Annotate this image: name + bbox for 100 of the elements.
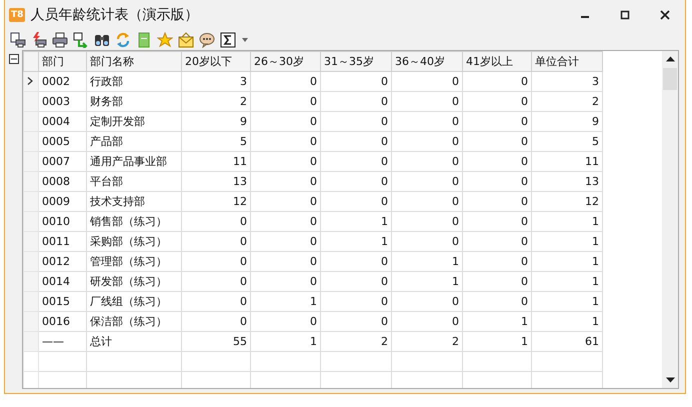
table-cell: 1	[452, 275, 459, 288]
table-cell: 0008	[42, 175, 70, 188]
table-cell: 5	[240, 135, 247, 148]
table-cell: 61	[585, 335, 599, 348]
table-cell: 0	[521, 235, 528, 248]
scroll-down-icon[interactable]	[666, 377, 674, 383]
binoculars-icon	[94, 32, 110, 48]
table-cell: 11	[233, 155, 247, 168]
speech-bubble-icon	[199, 32, 215, 48]
sum-button[interactable]	[219, 31, 237, 49]
table-cell: 保洁部（练习）	[90, 315, 167, 328]
table-cell: 厂线组（练习）	[90, 295, 167, 308]
envelope-icon	[178, 32, 194, 48]
table-cell: 55	[233, 335, 247, 348]
table-cell: 1	[592, 295, 599, 308]
table-cell: 2	[381, 335, 388, 348]
table-cell: 0	[381, 195, 388, 208]
table-cell: 0002	[42, 75, 70, 88]
mail-button[interactable]	[177, 31, 195, 49]
table-cell: 0	[240, 295, 247, 308]
table-cell: 0	[521, 275, 528, 288]
close-icon	[660, 10, 670, 20]
table-cell: 1	[592, 275, 599, 288]
print-button[interactable]	[51, 31, 69, 49]
table-cell: 0	[452, 235, 459, 248]
table-cell: 0	[521, 295, 528, 308]
caret-icon	[242, 38, 248, 42]
scroll-up-icon[interactable]	[666, 56, 674, 62]
table-cell: 0004	[42, 115, 70, 128]
message-button[interactable]	[198, 31, 216, 49]
table-cell: 1	[521, 315, 528, 328]
table-cell: 0	[452, 155, 459, 168]
row-selector[interactable]	[24, 72, 38, 92]
table-cell: 0	[521, 75, 528, 88]
column-header[interactable]: 部门	[38, 52, 86, 72]
lightning-printer-icon	[31, 32, 47, 48]
table-cell: 0	[521, 135, 528, 148]
favorite-button[interactable]	[156, 31, 174, 49]
table-cell: 0012	[42, 255, 70, 268]
table-cell: ——	[42, 335, 64, 348]
table-cell: 定制开发部	[90, 115, 145, 128]
table-cell: 0	[521, 115, 528, 128]
column-header[interactable]: 部门名称	[86, 52, 182, 72]
table-cell: 0	[381, 75, 388, 88]
table-cell: 0	[452, 75, 459, 88]
scroll-thumb[interactable]	[663, 68, 677, 90]
table-cell: 0	[521, 175, 528, 188]
table-cell: 0015	[42, 295, 70, 308]
table-cell: 0	[521, 255, 528, 268]
table-cell: 0	[452, 135, 459, 148]
table-cell: 0	[381, 275, 388, 288]
table-cell: 2	[240, 95, 247, 108]
table-cell: 0007	[42, 155, 70, 168]
app-logo: T8	[9, 8, 26, 22]
column-header[interactable]: 36～40岁	[392, 52, 462, 72]
table-cell: 财务部	[90, 95, 123, 108]
table-cell: 11	[585, 155, 599, 168]
table-cell: 0	[310, 235, 317, 248]
table-cell: 12	[585, 195, 599, 208]
quick-print-button[interactable]	[30, 31, 48, 49]
sigma-icon	[220, 32, 236, 48]
table-cell: 管理部（练习）	[90, 255, 167, 268]
column-header[interactable]: 20岁以下	[182, 52, 250, 72]
table-cell: 总计	[90, 335, 112, 348]
table-cell: 0	[310, 135, 317, 148]
column-header[interactable]: 单位合计	[532, 52, 602, 72]
table-cell: 1	[310, 335, 317, 348]
table-cell: 0	[452, 315, 459, 328]
table-cell: 1	[521, 335, 528, 348]
document-printer-icon	[10, 32, 26, 48]
table-cell: 0016	[42, 315, 70, 328]
print-preview-button[interactable]	[9, 31, 27, 49]
table-cell: 12	[233, 195, 247, 208]
table-cell: 1	[381, 215, 388, 228]
dropdown-button[interactable]	[240, 36, 250, 44]
table-cell: 0	[310, 215, 317, 228]
table-cell: 0003	[42, 95, 70, 108]
table-cell: 0	[521, 95, 528, 108]
maximize-icon	[620, 10, 630, 20]
table-cell: 3	[240, 75, 247, 88]
table-cell: 3	[592, 75, 599, 88]
table-cell: 0	[310, 175, 317, 188]
table-cell: 13	[233, 175, 247, 188]
table-cell: 0010	[42, 215, 70, 228]
table-cell: 9	[240, 115, 247, 128]
table-cell: 0	[381, 175, 388, 188]
collapse-icon[interactable]	[9, 54, 19, 64]
column-header[interactable]: 31～35岁	[320, 52, 392, 72]
table-cell: 0	[381, 315, 388, 328]
export-button[interactable]	[72, 31, 90, 49]
table-cell: 采购部（练习）	[90, 235, 167, 248]
table-cell: 13	[585, 175, 599, 188]
table-cell: 0	[310, 75, 317, 88]
column-header[interactable]: 41岁以上	[462, 52, 532, 72]
table-cell: 0011	[42, 235, 70, 248]
table-cell: 0	[310, 275, 317, 288]
table-cell: 0	[240, 255, 247, 268]
table-cell: 0	[310, 95, 317, 108]
column-header[interactable]: 26～30岁	[250, 52, 320, 72]
vertical-scrollbar[interactable]	[662, 51, 678, 388]
